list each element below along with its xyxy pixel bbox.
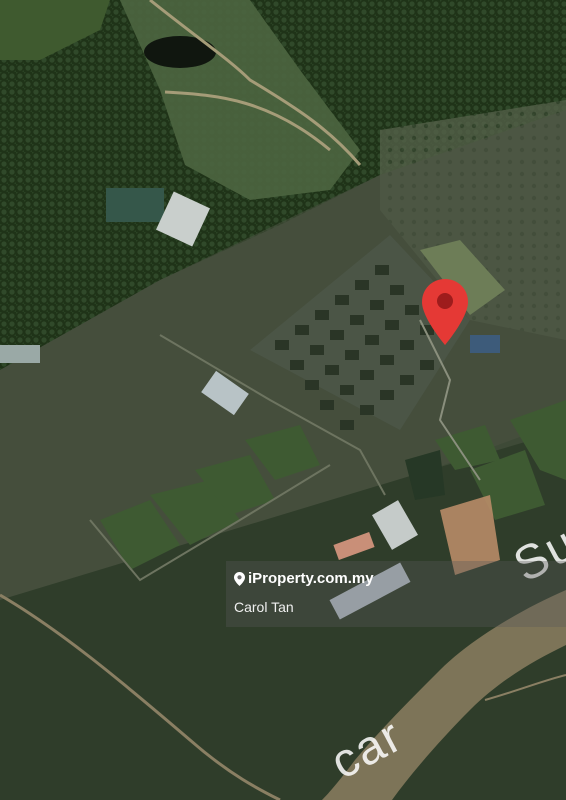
location-pin-icon xyxy=(234,571,245,586)
watermark-agent-name: Carol Tan xyxy=(234,599,294,615)
watermark-brand: iProperty.com.my xyxy=(234,570,374,587)
watermark-brand-text: iProperty.com.my xyxy=(248,570,374,587)
listing-watermark: iProperty.com.my Carol Tan xyxy=(226,561,566,627)
satellite-map[interactable]: Su car iProperty.com.my Carol Tan xyxy=(0,0,566,800)
map-marker-icon[interactable] xyxy=(419,277,471,347)
satellite-imagery xyxy=(0,0,566,800)
